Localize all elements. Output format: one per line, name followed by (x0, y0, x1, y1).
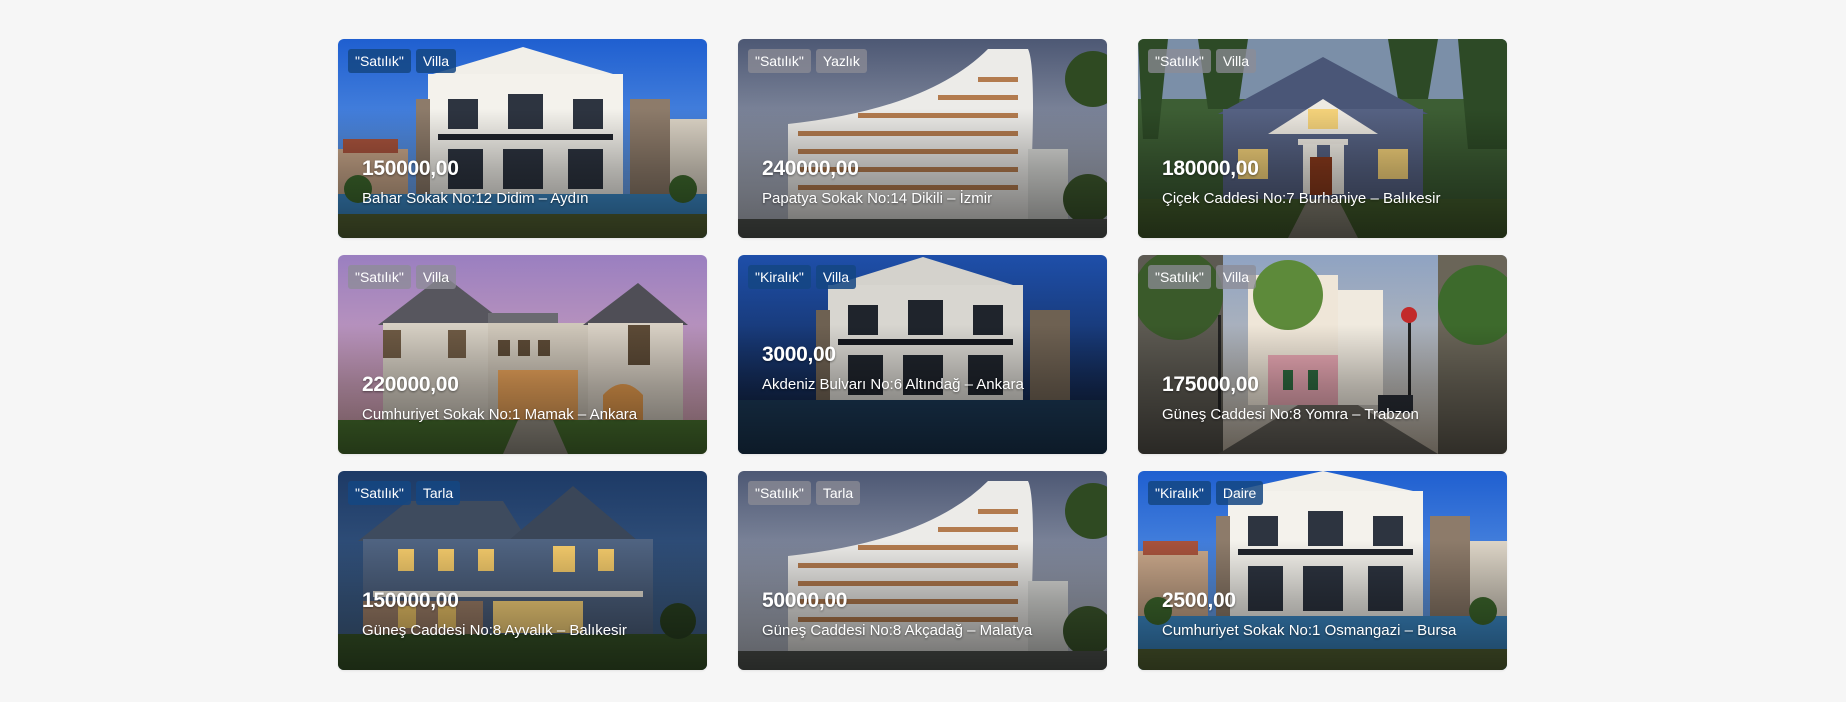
status-badge: "Satılık" (748, 49, 811, 73)
listing-card[interactable]: "Satılık" Villa 175000,00 Güneş Caddesi … (1138, 255, 1507, 454)
status-badge: "Satılık" (348, 49, 411, 73)
type-badge: Villa (415, 265, 457, 289)
listing-info: 180000,00 Çiçek Caddesi No:7 Burhaniye –… (1162, 156, 1493, 208)
listing-info: 50000,00 Güneş Caddesi No:8 Akçadağ – Ma… (762, 588, 1093, 640)
badge-group: "Satılık" Villa (348, 265, 457, 289)
listing-card[interactable]: "Satılık" Villa 180000,00 Çiçek Caddesi … (1138, 39, 1507, 238)
listing-info: 150000,00 Güneş Caddesi No:8 Ayvalık – B… (362, 588, 693, 640)
status-badge: "Satılık" (348, 481, 411, 505)
listing-card[interactable]: "Satılık" Villa 150000,00 Bahar Sokak No… (338, 39, 707, 238)
listing-price: 240000,00 (762, 157, 859, 180)
listing-card[interactable]: "Satılık" Villa 220000,00 Cumhuriyet Sok… (338, 255, 707, 454)
type-badge: Villa (415, 49, 457, 73)
badge-group: "Satılık" Tarla (348, 481, 461, 505)
listing-info: 150000,00 Bahar Sokak No:12 Didim – Aydı… (362, 156, 693, 208)
listing-info: 220000,00 Cumhuriyet Sokak No:1 Mamak – … (362, 372, 693, 424)
badge-group: "Satılık" Tarla (748, 481, 861, 505)
type-badge: Yazlık (815, 49, 867, 73)
listing-info: 240000,00 Papatya Sokak No:14 Dikili – İ… (762, 156, 1093, 208)
type-badge: Villa (1215, 265, 1257, 289)
listing-price: 3000,00 (762, 343, 836, 366)
listing-info: 3000,00 Akdeniz Bulvarı No:6 Altındağ – … (762, 342, 1093, 394)
listing-price: 175000,00 (1162, 373, 1259, 396)
badge-group: "Kiralık" Villa (748, 265, 857, 289)
listing-price: 180000,00 (1162, 157, 1259, 180)
listing-price: 220000,00 (362, 373, 459, 396)
listing-address: Cumhuriyet Sokak No:1 Mamak – Ankara (362, 406, 638, 423)
listing-card[interactable]: "Satılık" Tarla 150000,00 Güneş Caddesi … (338, 471, 707, 670)
status-badge: "Satılık" (1148, 265, 1211, 289)
listing-price: 50000,00 (762, 589, 848, 612)
badge-group: "Satılık" Villa (1148, 49, 1257, 73)
listing-card[interactable]: "Satılık" Tarla 50000,00 Güneş Caddesi N… (738, 471, 1107, 670)
listing-card[interactable]: "Kiralık" Villa 3000,00 Akdeniz Bulvarı … (738, 255, 1107, 454)
listing-card[interactable]: "Kiralık" Daire 2500,00 Cumhuriyet Sokak… (1138, 471, 1507, 670)
listing-address: Güneş Caddesi No:8 Yomra – Trabzon (1162, 406, 1419, 423)
status-badge: "Satılık" (348, 265, 411, 289)
badge-group: "Satılık" Yazlık (748, 49, 867, 73)
listing-info: 2500,00 Cumhuriyet Sokak No:1 Osmangazi … (1162, 588, 1493, 640)
listing-address: Bahar Sokak No:12 Didim – Aydın (362, 190, 589, 207)
listing-price: 150000,00 (362, 157, 459, 180)
listing-address: Papatya Sokak No:14 Dikili – İzmir (762, 190, 993, 207)
badge-group: "Satılık" Villa (348, 49, 457, 73)
listing-card[interactable]: "Satılık" Yazlık 240000,00 Papatya Sokak… (738, 39, 1107, 238)
status-badge: "Satılık" (1148, 49, 1211, 73)
listing-address: Güneş Caddesi No:8 Ayvalık – Balıkesir (362, 622, 627, 639)
type-badge: Villa (1215, 49, 1257, 73)
type-badge: Tarla (415, 481, 461, 505)
listing-price: 2500,00 (1162, 589, 1236, 612)
badge-group: "Kiralık" Daire (1148, 481, 1264, 505)
listing-address: Akdeniz Bulvarı No:6 Altındağ – Ankara (762, 376, 1024, 393)
listing-info: 175000,00 Güneş Caddesi No:8 Yomra – Tra… (1162, 372, 1493, 424)
badge-group: "Satılık" Villa (1148, 265, 1257, 289)
listing-address: Güneş Caddesi No:8 Akçadağ – Malatya (762, 622, 1033, 639)
listing-grid: "Satılık" Villa 150000,00 Bahar Sokak No… (338, 39, 1507, 670)
listing-address: Cumhuriyet Sokak No:1 Osmangazi – Bursa (1162, 622, 1457, 639)
status-badge: "Kiralık" (748, 265, 811, 289)
type-badge: Daire (1215, 481, 1264, 505)
listing-address: Çiçek Caddesi No:7 Burhaniye – Balıkesir (1162, 190, 1441, 207)
status-badge: "Kiralık" (1148, 481, 1211, 505)
listing-price: 150000,00 (362, 589, 459, 612)
status-badge: "Satılık" (748, 481, 811, 505)
type-badge: Tarla (815, 481, 861, 505)
type-badge: Villa (815, 265, 857, 289)
